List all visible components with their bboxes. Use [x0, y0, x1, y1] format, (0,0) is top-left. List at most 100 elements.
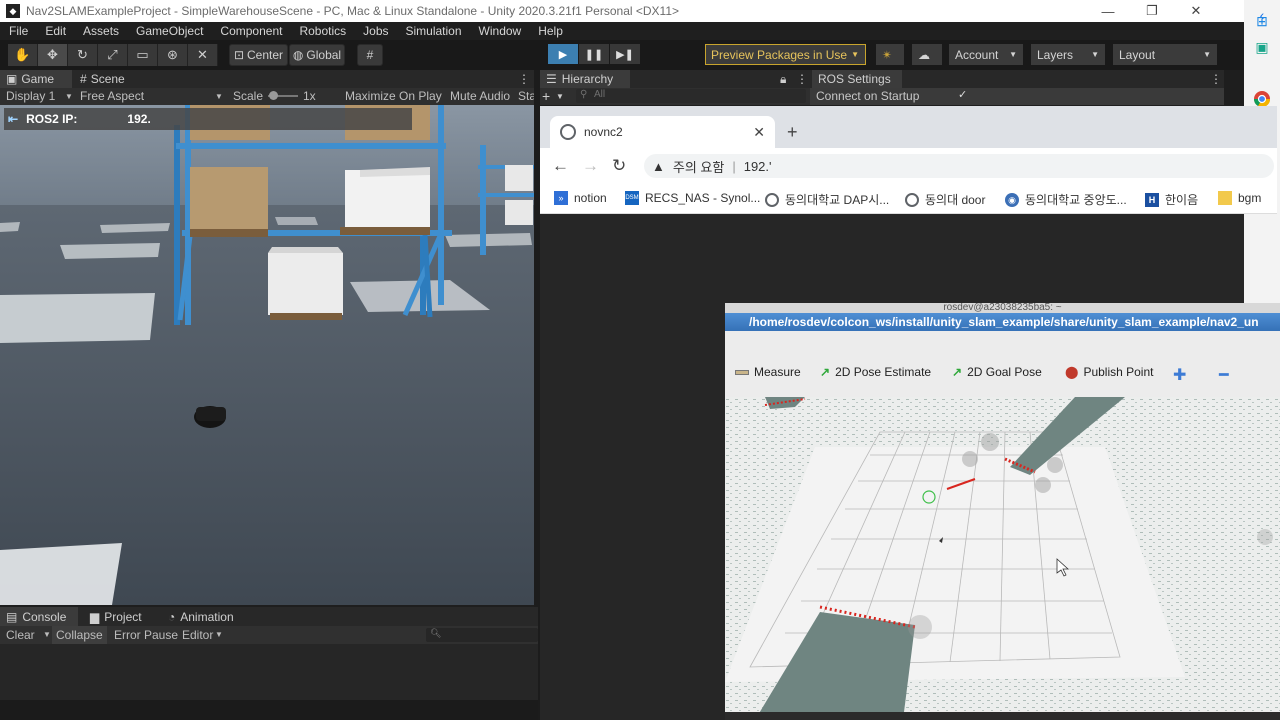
collapse-toggle[interactable]: Collapse	[52, 626, 107, 644]
new-tab-icon[interactable]: +	[787, 122, 798, 143]
app-green-icon[interactable]: ▣	[1250, 36, 1274, 58]
maximize-on-play-toggle[interactable]: Maximize On Play	[345, 89, 442, 103]
menu-robotics[interactable]: Robotics	[290, 24, 354, 38]
hierarchy-menu-icon[interactable]: ⋮	[790, 70, 814, 88]
back-icon[interactable]: ←	[552, 156, 569, 176]
bookmark-label: RECS_NAS - Synol...	[645, 191, 761, 205]
bookmark-library[interactable]: ◉ 동의대학교 중앙도...	[1005, 191, 1127, 208]
scale-tool-icon[interactable]: ⤢	[98, 44, 128, 66]
pause-button[interactable]: ❚❚	[579, 44, 609, 64]
measure-tool[interactable]: Measure	[735, 365, 801, 379]
back-arrow-icon[interactable]: ⇤	[8, 112, 18, 126]
menu-assets[interactable]: Assets	[74, 24, 127, 38]
browser-tab[interactable]: novnc2 ✕	[550, 116, 775, 148]
bookmark-dap[interactable]: 동의대학교 DAP시...	[765, 191, 889, 208]
bookmark-recs-nas[interactable]: DSM RECS_NAS - Synol...	[625, 191, 760, 205]
address-bar[interactable]: ▲ 주의 요함 | 192.'	[644, 154, 1274, 178]
bookmark-door[interactable]: 동의대 door	[905, 191, 985, 208]
restore-button[interactable]: ❐	[1130, 0, 1174, 22]
address-text: 192.'	[743, 158, 772, 174]
custom-tool-icon[interactable]: ✕	[188, 44, 218, 66]
collab-icon: ✴	[882, 47, 893, 62]
add-icon[interactable]: +	[542, 88, 550, 104]
menu-file[interactable]: File	[0, 24, 36, 38]
connect-on-startup-checkbox[interactable]: ✓	[958, 88, 967, 101]
menu-component[interactable]: Component	[211, 24, 290, 38]
caret-down-icon: ▼	[43, 630, 51, 639]
panel-menu-icon[interactable]: ⋮	[512, 70, 536, 88]
hierarchy-search-input[interactable]: ⚲ All	[576, 89, 806, 103]
scale-slider-handle[interactable]	[269, 91, 278, 100]
transform-tool-icon[interactable]: ⊛	[158, 44, 188, 66]
play-button[interactable]: ▶	[548, 44, 578, 64]
hand-tool-icon[interactable]: ✋	[8, 44, 38, 66]
grid-snap-button[interactable]: #	[357, 44, 383, 66]
console-icon: ▤	[6, 609, 18, 624]
remove-tool-icon[interactable]: ━	[1219, 365, 1229, 385]
minimize-button[interactable]: —	[1086, 0, 1130, 22]
game-viewport[interactable]	[0, 105, 534, 605]
ros-settings-row: Connect on Startup ✓	[810, 88, 1224, 105]
menu-window[interactable]: Window	[470, 24, 530, 38]
unity-logo-icon: ◆	[6, 4, 20, 18]
menu-help[interactable]: Help	[529, 24, 571, 38]
close-window-button[interactable]: ✕	[1174, 0, 1218, 22]
display-dropdown[interactable]: Display 1	[6, 89, 55, 103]
tab-animation[interactable]: ◔ Animation	[162, 607, 248, 626]
error-pause-toggle[interactable]: Error Pause	[114, 628, 178, 642]
rotate-tool-icon[interactable]: ↻	[68, 44, 98, 66]
hierarchy-icon: ☰	[546, 72, 557, 86]
tab-scene[interactable]: # Scene	[74, 70, 154, 88]
windows-logo-icon[interactable]: ⊞	[1250, 10, 1274, 32]
forward-icon[interactable]: →	[582, 156, 599, 176]
menu-simulation[interactable]: Simulation	[397, 24, 470, 38]
tab-console[interactable]: ▤ Console	[0, 607, 78, 626]
add-tool-icon[interactable]: ✚	[1173, 365, 1186, 385]
bookmark-notion[interactable]: » notion	[554, 191, 607, 205]
bookmark-label: 동의대학교 중앙도...	[1025, 193, 1127, 207]
rect-tool-icon[interactable]: ▭	[128, 44, 158, 66]
aspect-dropdown[interactable]: Free Aspect	[80, 89, 144, 103]
bookmark-haneum[interactable]: H 한이음	[1145, 191, 1198, 208]
ros-ip-value[interactable]: 192.	[127, 112, 150, 126]
close-tab-icon[interactable]: ✕	[753, 124, 765, 141]
rviz-3d-view[interactable]	[725, 397, 1280, 720]
bookmark-label: notion	[574, 191, 607, 205]
pivot-global-button[interactable]: ◍ Global	[289, 44, 345, 66]
ros-menu-icon[interactable]: ⋮	[1204, 70, 1228, 88]
globe-icon	[905, 192, 919, 207]
tab-ros-settings[interactable]: ROS Settings	[812, 70, 902, 88]
tab-scene-label: Scene	[90, 72, 125, 86]
layers-dropdown[interactable]: Layers ▼	[1031, 44, 1105, 65]
publish-point-tool[interactable]: ⬤ Publish Point	[1065, 365, 1153, 379]
move-tool-icon[interactable]: ✥	[38, 44, 68, 66]
pivot-center-button[interactable]: ⊡ Center	[229, 44, 288, 66]
tab-project[interactable]: ▆ Project	[84, 607, 162, 626]
bookmark-label: 동의대학교 DAP시...	[785, 193, 890, 207]
bookmark-bgm[interactable]: bgm	[1218, 191, 1261, 205]
layout-dropdown[interactable]: Layout ▼	[1113, 44, 1217, 65]
pose-estimate-tool[interactable]: ↗ 2D Pose Estimate	[820, 365, 931, 379]
preview-packages-button[interactable]: Preview Packages in Use ▼	[705, 44, 866, 65]
pivot-icon: ⊡	[233, 48, 245, 62]
tab-hierarchy[interactable]: ☰ Hierarchy	[540, 70, 630, 88]
clear-button[interactable]: Clear	[6, 628, 35, 642]
console-log-area	[0, 644, 538, 700]
collab-button[interactable]: ✴	[876, 44, 904, 65]
account-dropdown[interactable]: Account ▼	[949, 44, 1023, 65]
rviz-toolbar: Measure ↗ 2D Pose Estimate ↗ 2D Goal Pose …	[725, 331, 1280, 397]
mute-audio-toggle[interactable]: Mute Audio	[450, 89, 510, 103]
cloud-button[interactable]: ☁	[912, 44, 942, 65]
folder-icon	[1218, 191, 1232, 205]
ros-ip-overlay: ⇤ ROS2 IP: 192.	[4, 108, 412, 130]
tab-game[interactable]: ▣ Game	[0, 70, 72, 88]
menu-jobs[interactable]: Jobs	[354, 24, 396, 38]
console-search-input[interactable]: 🔍︎	[426, 628, 538, 642]
university-icon: ◉	[1005, 192, 1019, 207]
editor-dropdown[interactable]: Editor	[182, 628, 213, 642]
step-button[interactable]: ▶❚	[610, 44, 640, 64]
menu-gameobject[interactable]: GameObject	[127, 24, 211, 38]
reload-icon[interactable]: ↻	[612, 156, 626, 176]
menu-edit[interactable]: Edit	[36, 24, 74, 38]
goal-pose-tool[interactable]: ↗ 2D Goal Pose	[952, 365, 1042, 379]
